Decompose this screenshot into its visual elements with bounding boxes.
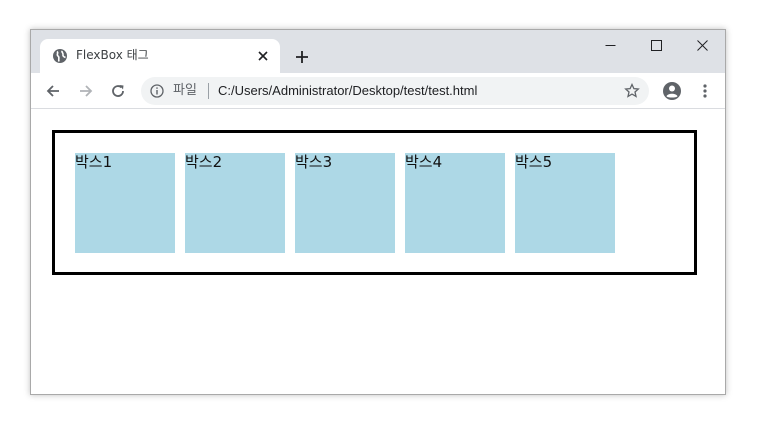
reload-button[interactable] bbox=[106, 79, 130, 103]
browser-tab[interactable]: FlexBox 태그 bbox=[40, 39, 280, 73]
star-icon bbox=[624, 83, 640, 98]
browser-toolbar: 파일 C:/Users/Administrator/Desktop/test/t… bbox=[31, 73, 725, 109]
url-text[interactable]: C:/Users/Administrator/Desktop/test/test… bbox=[218, 82, 477, 100]
security-label: 파일 bbox=[173, 83, 197, 98]
tab-close-icon[interactable] bbox=[254, 47, 272, 65]
maximize-button[interactable] bbox=[633, 30, 679, 60]
browser-window: FlexBox 태그 파일 C:/Users/Administrator/Des… bbox=[30, 29, 726, 395]
flex-box-2: 박스2 bbox=[185, 153, 285, 253]
flex-box-1: 박스1 bbox=[75, 153, 175, 253]
account-icon bbox=[663, 82, 681, 100]
maximize-icon bbox=[650, 39, 662, 51]
tab-strip: FlexBox 태그 bbox=[31, 30, 725, 73]
flex-box-5: 박스5 bbox=[515, 153, 615, 253]
new-tab-button[interactable] bbox=[290, 45, 314, 69]
flex-box-3: 박스3 bbox=[295, 153, 395, 253]
close-icon bbox=[696, 39, 708, 51]
arrow-left-icon bbox=[46, 85, 59, 97]
back-button[interactable] bbox=[41, 79, 65, 103]
plus-icon bbox=[296, 51, 308, 63]
close-window-button[interactable] bbox=[679, 30, 725, 60]
arrow-right-icon bbox=[80, 85, 93, 97]
minimize-icon bbox=[605, 44, 615, 46]
bookmark-button[interactable] bbox=[623, 82, 641, 100]
profile-button[interactable] bbox=[660, 79, 684, 103]
info-icon[interactable] bbox=[150, 84, 164, 98]
flex-container: 박스1 박스2 박스3 박스4 박스5 bbox=[52, 130, 697, 275]
page-viewport: 박스1 박스2 박스3 박스4 박스5 bbox=[31, 110, 725, 394]
address-bar[interactable]: 파일 C:/Users/Administrator/Desktop/test/t… bbox=[141, 77, 649, 105]
forward-button[interactable] bbox=[74, 79, 98, 103]
globe-icon bbox=[53, 49, 67, 63]
flex-box-4: 박스4 bbox=[405, 153, 505, 253]
omnibox-divider bbox=[208, 83, 209, 99]
kebab-menu-icon bbox=[703, 84, 707, 98]
minimize-button[interactable] bbox=[587, 30, 633, 60]
menu-button[interactable] bbox=[693, 79, 717, 103]
reload-icon bbox=[112, 85, 124, 97]
tab-title: FlexBox 태그 bbox=[76, 48, 149, 62]
